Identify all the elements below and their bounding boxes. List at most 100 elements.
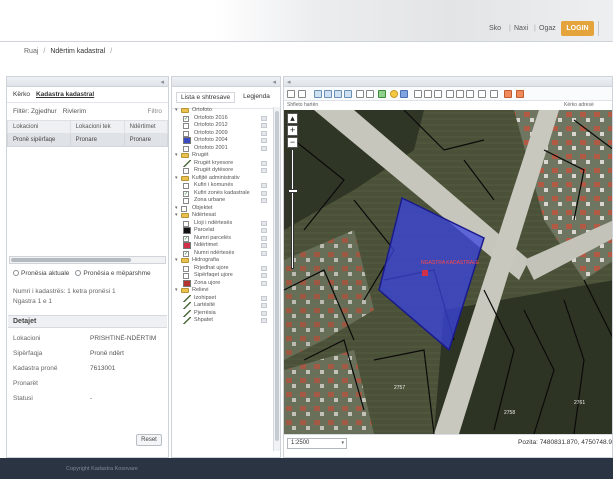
layer-checkbox[interactable]: [183, 145, 189, 152]
layer-row[interactable]: Zona ujore: [172, 279, 272, 288]
collapse-icon[interactable]: ◂: [287, 78, 291, 86]
layer-row[interactable]: Rrugët kryesore: [172, 159, 272, 168]
measure-icon[interactable]: [334, 90, 342, 98]
layer-options-icon[interactable]: [261, 243, 267, 248]
breadcrumb-item-current[interactable]: Ndërtim kadastral: [50, 48, 105, 55]
layer-row[interactable]: Ortofoto 2012: [172, 122, 272, 130]
layer-row[interactable]: ✓ Numri ndërtesës: [172, 250, 272, 258]
layer-options-icon[interactable]: [261, 295, 267, 301]
layers-icon[interactable]: [446, 90, 454, 98]
layer-options-icon[interactable]: [261, 198, 267, 203]
layer-checkbox[interactable]: [181, 205, 187, 212]
pan-up-icon[interactable]: ▴: [287, 113, 298, 124]
clear-icon[interactable]: [504, 90, 512, 98]
layer-options-icon[interactable]: [261, 138, 267, 143]
layer-options-icon[interactable]: [261, 250, 267, 256]
login-button[interactable]: LOGIN: [561, 21, 594, 36]
layer-options-icon[interactable]: [261, 310, 267, 316]
table-row[interactable]: Pronë sipërfaqe Pronare Pronare: [7, 133, 169, 147]
expand-arrow-icon[interactable]: ▾: [175, 107, 178, 115]
layer-options-icon[interactable]: [261, 130, 267, 136]
collapse-icon[interactable]: ◂: [272, 78, 276, 86]
layer-options-icon[interactable]: [261, 183, 267, 188]
ruler-icon[interactable]: [456, 90, 464, 98]
layer-options-icon[interactable]: [261, 160, 267, 166]
header-link-3[interactable]: Ogaz: [539, 25, 556, 32]
layer-checkbox[interactable]: [183, 183, 189, 189]
vertical-scrollbar[interactable]: [273, 107, 280, 451]
zoom-in-button[interactable]: +: [287, 125, 298, 136]
layer-checkbox[interactable]: [183, 220, 189, 227]
identify-icon[interactable]: [324, 90, 332, 98]
horizontal-scrollbar[interactable]: [9, 256, 166, 264]
layer-row[interactable]: Pjerrësia: [172, 309, 272, 318]
layer-checkbox[interactable]: [183, 265, 189, 272]
layer-options-icon[interactable]: [261, 265, 267, 271]
draw-icon[interactable]: [478, 90, 486, 98]
layer-row[interactable]: Izohipset: [172, 294, 272, 303]
radio-icon[interactable]: [75, 270, 82, 277]
layer-checkbox[interactable]: [183, 198, 189, 204]
radio-current-owner[interactable]: Pronësia aktuale: [13, 270, 69, 277]
layer-checkbox[interactable]: ✓: [183, 250, 189, 257]
layer-row[interactable]: ▾ Objektet: [172, 205, 272, 213]
layer-options-icon[interactable]: [261, 303, 267, 308]
select-icon[interactable]: [314, 90, 322, 98]
layer-row[interactable]: Lloji i ndërtesës: [172, 220, 272, 228]
collapse-icon[interactable]: ◂: [160, 78, 164, 86]
layer-checkbox[interactable]: [183, 130, 189, 137]
bookmark-icon[interactable]: [434, 90, 442, 98]
layer-row[interactable]: Rrugët dytësore: [172, 167, 272, 175]
layer-row[interactable]: ▾ Hidrografia: [172, 257, 272, 265]
expand-arrow-icon[interactable]: ▾: [175, 257, 178, 265]
filter-button[interactable]: Filtro: [148, 108, 162, 115]
arrow-icon[interactable]: [366, 90, 374, 98]
scrollbar-thumb[interactable]: [11, 258, 131, 262]
layer-row[interactable]: ▾ Rrugët: [172, 152, 272, 160]
layer-row[interactable]: Lartësitë: [172, 302, 272, 310]
map-canvas[interactable]: NGASTRA KADASTRALE 2757 2758 2761 ▴ + −: [284, 110, 612, 434]
zoom-out-button[interactable]: −: [287, 137, 298, 148]
layer-row[interactable]: Parcelat: [172, 227, 272, 235]
layer-row[interactable]: Ndërtimet: [172, 242, 272, 250]
tab-search[interactable]: Kërko: [13, 91, 30, 98]
layer-row[interactable]: Sipërfaqet ujore: [172, 272, 272, 280]
layer-row[interactable]: Rrjedhat ujore: [172, 265, 272, 273]
layer-checkbox[interactable]: ✓: [183, 115, 189, 122]
layer-row[interactable]: ✓ Ortofoto 2016: [172, 115, 272, 123]
tab-cadastre[interactable]: Kadastra kadastral: [36, 91, 94, 98]
layer-row[interactable]: ✓ Kufiri zonës kadastrale: [172, 190, 272, 198]
layer-row[interactable]: ▾ Relievi: [172, 287, 272, 295]
column-header[interactable]: Lokacioni tek: [69, 120, 125, 134]
address-search[interactable]: Kërko adresë: [564, 102, 594, 108]
pan-icon[interactable]: [287, 90, 295, 98]
area-icon[interactable]: [344, 90, 352, 98]
expand-arrow-icon[interactable]: ▾: [175, 287, 178, 295]
layer-row[interactable]: Ortofoto 2001: [172, 145, 272, 153]
radio-previous-owner[interactable]: Pronësia e mëparshme: [75, 270, 151, 277]
expand-arrow-icon[interactable]: ▾: [175, 152, 178, 160]
layer-checkbox[interactable]: [183, 123, 189, 129]
layer-options-icon[interactable]: [261, 220, 267, 226]
layer-row[interactable]: ▾ Kufijtë administrativ: [172, 175, 272, 183]
line-icon[interactable]: [356, 90, 364, 98]
export-icon[interactable]: [424, 90, 432, 98]
scale-select[interactable]: 1:2500 ▾: [287, 438, 347, 449]
scrollbar-thumb[interactable]: [275, 111, 279, 441]
expand-arrow-icon[interactable]: ▾: [175, 212, 178, 220]
layer-options-icon[interactable]: [261, 115, 267, 121]
info-icon[interactable]: [390, 90, 398, 98]
tab-legend[interactable]: Legjenda: [239, 92, 274, 103]
home-icon[interactable]: [516, 90, 524, 98]
reset-button[interactable]: Reset: [136, 434, 162, 446]
layer-row[interactable]: Zona urbane: [172, 197, 272, 205]
layer-row[interactable]: Ortofoto 2009: [172, 130, 272, 138]
layer-options-icon[interactable]: [261, 145, 267, 151]
column-header[interactable]: Lokacioni: [7, 120, 71, 134]
expand-arrow-icon[interactable]: ▾: [175, 205, 178, 213]
layer-options-icon[interactable]: [261, 318, 267, 323]
layer-options-icon[interactable]: [261, 280, 267, 286]
query-icon[interactable]: [400, 90, 408, 98]
zoom-in-icon[interactable]: [298, 90, 306, 98]
header-link-1[interactable]: Sko: [489, 25, 501, 32]
